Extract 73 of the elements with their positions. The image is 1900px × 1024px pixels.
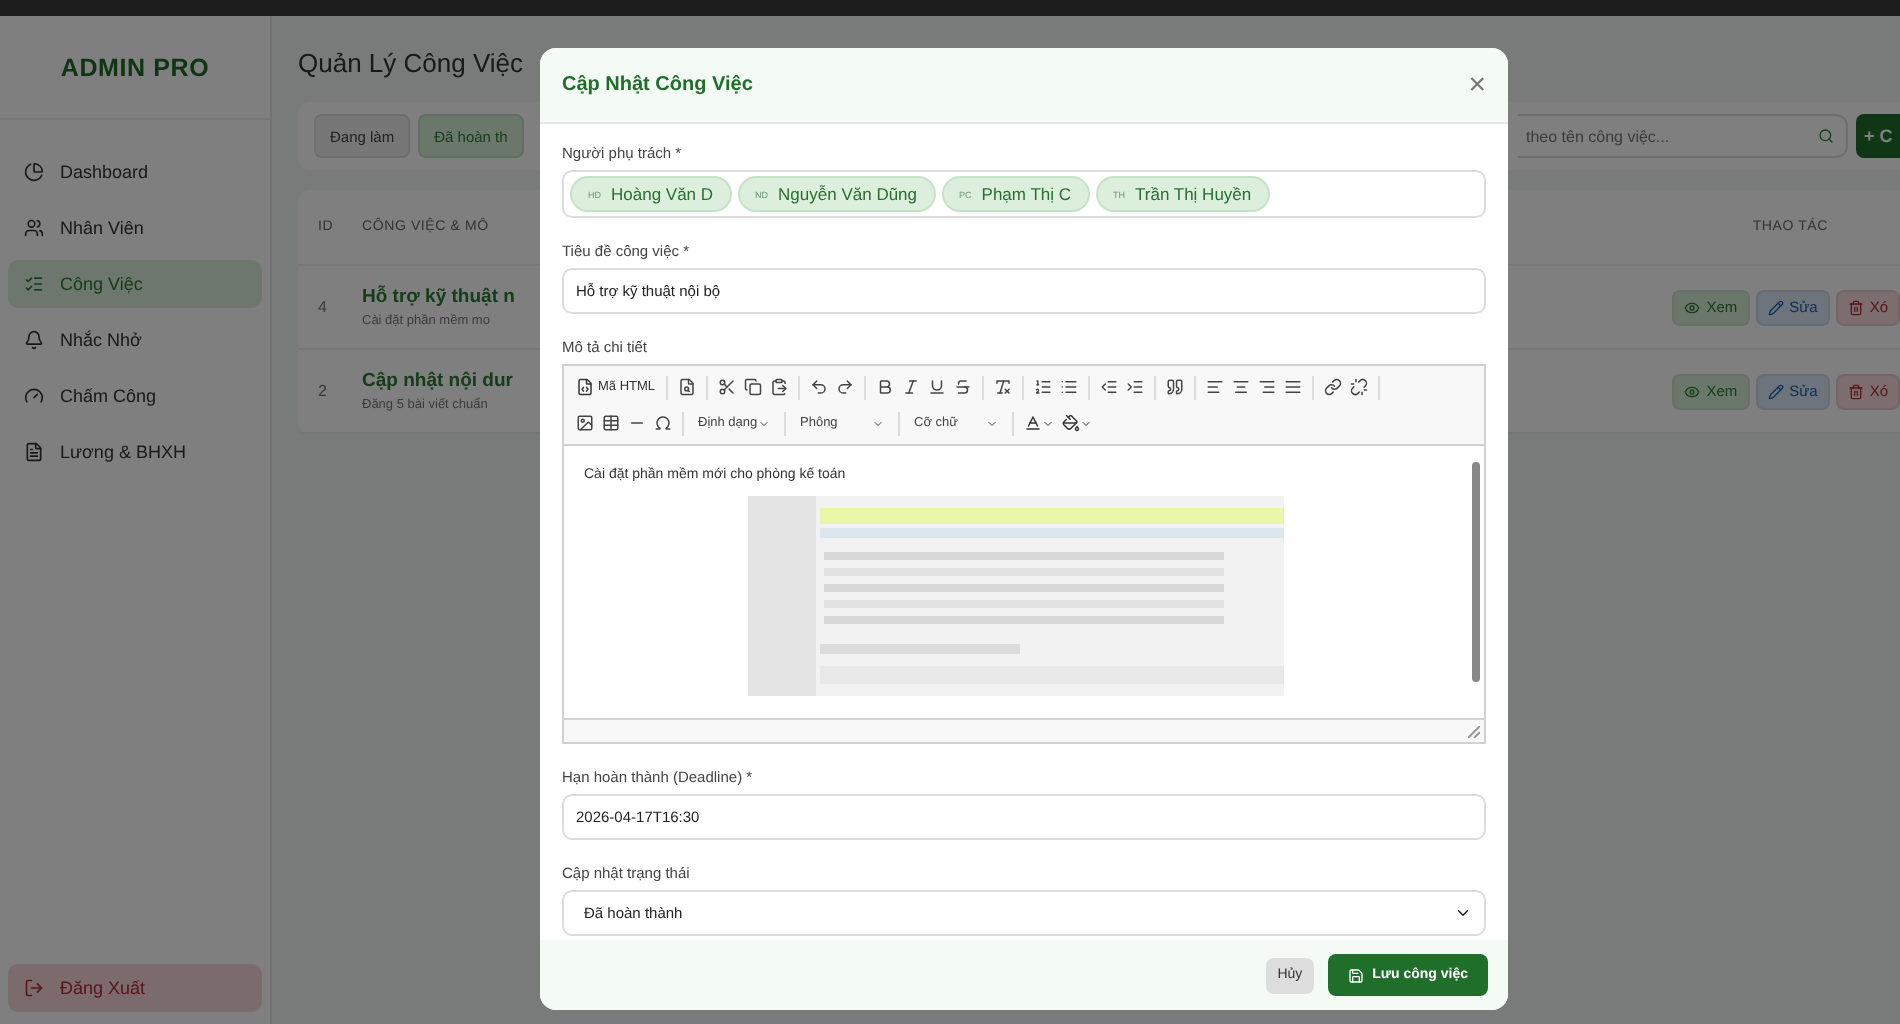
caret-icon	[758, 417, 770, 429]
bell-icon	[24, 330, 44, 350]
sidebar-item[interactable]: Công Việc	[8, 260, 262, 308]
chevron-down-icon	[1454, 904, 1472, 922]
document-icon	[24, 442, 44, 462]
eye-icon	[1684, 299, 1701, 315]
quote-icon[interactable]	[1165, 378, 1184, 396]
background-color-button[interactable]	[1062, 414, 1092, 432]
logout-icon	[24, 978, 44, 998]
task-title[interactable]: Cập nhật nội dur	[362, 370, 542, 392]
search-field[interactable]: theo tên công việc...	[1518, 114, 1848, 158]
text-color-button[interactable]	[1024, 414, 1054, 432]
trash-icon	[1847, 299, 1864, 315]
cut-icon[interactable]	[717, 378, 736, 396]
task-title[interactable]: Hỗ trợ kỹ thuật n	[362, 286, 542, 308]
indent-icon[interactable]	[1125, 378, 1144, 396]
page-title: Quản Lý Công Việc	[298, 48, 525, 78]
pie-chart-icon	[24, 162, 44, 182]
search-icon	[1818, 128, 1834, 144]
sidebar-item[interactable]: Chấm Công	[8, 372, 262, 420]
caret-icon	[872, 417, 884, 429]
caret-icon	[986, 417, 998, 429]
dialog-title: Cập Nhật Công Việc	[562, 74, 753, 96]
close-button[interactable]: ×	[1468, 70, 1486, 100]
trash-icon	[1847, 383, 1864, 399]
text-color-icon	[1024, 414, 1042, 432]
table-icon[interactable]	[602, 414, 620, 432]
chip-name: Phạm Thị C	[981, 184, 1072, 204]
save-icon	[1348, 967, 1365, 983]
image-icon[interactable]	[576, 414, 594, 432]
link-icon[interactable]	[1323, 378, 1342, 396]
resize-grip-icon[interactable]	[1468, 726, 1480, 738]
chip-name: Trần Thị Huyền	[1135, 184, 1252, 204]
add-button[interactable]: + C	[1856, 114, 1900, 158]
code-file-icon	[576, 378, 594, 396]
sidebar-item[interactable]: Dashboard	[8, 148, 262, 196]
caret-icon	[1080, 417, 1092, 429]
logout-button[interactable]: Đăng Xuất	[8, 964, 262, 1012]
brand-logo: ADMIN PRO	[0, 16, 270, 120]
users-icon	[24, 218, 44, 238]
caret-icon	[1042, 417, 1054, 429]
outdent-icon[interactable]	[1099, 378, 1118, 396]
pencil-icon	[1767, 383, 1784, 399]
sidebar-item[interactable]: Lương & BHXH	[8, 428, 262, 476]
copy-icon[interactable]	[743, 378, 762, 396]
sidebar-item[interactable]: Nhắc Nhở	[8, 316, 262, 364]
strikethrough-icon[interactable]	[953, 378, 972, 396]
bold-icon[interactable]	[875, 378, 894, 396]
italic-icon[interactable]	[901, 378, 920, 396]
eye-icon	[1684, 383, 1701, 399]
pencil-icon	[1767, 299, 1784, 315]
undo-icon[interactable]	[809, 378, 828, 396]
underline-icon[interactable]	[927, 378, 946, 396]
chip-name: Hoàng Văn D	[611, 184, 714, 204]
clear-format-icon[interactable]	[993, 378, 1012, 396]
numbered-list-icon[interactable]	[1033, 378, 1052, 396]
align-right-icon[interactable]	[1257, 378, 1276, 396]
redo-icon[interactable]	[835, 378, 854, 396]
gauge-icon	[24, 386, 44, 406]
align-left-icon[interactable]	[1205, 378, 1224, 396]
chip-name: Nguyễn Văn Dũng	[778, 184, 918, 204]
checklist-icon	[24, 274, 44, 294]
omega-icon[interactable]	[654, 414, 672, 432]
preview-icon[interactable]	[677, 378, 696, 396]
id-cell-text: 4	[318, 298, 329, 316]
align-center-icon[interactable]	[1231, 378, 1250, 396]
id-cell-text: 2	[318, 382, 329, 400]
paint-bucket-icon	[1062, 414, 1080, 432]
sidebar-item[interactable]: Nhân Viên	[8, 204, 262, 252]
paste-icon[interactable]	[769, 378, 788, 396]
bullet-list-icon[interactable]	[1059, 378, 1078, 396]
unlink-icon[interactable]	[1349, 378, 1368, 396]
align-justify-icon[interactable]	[1283, 378, 1302, 396]
